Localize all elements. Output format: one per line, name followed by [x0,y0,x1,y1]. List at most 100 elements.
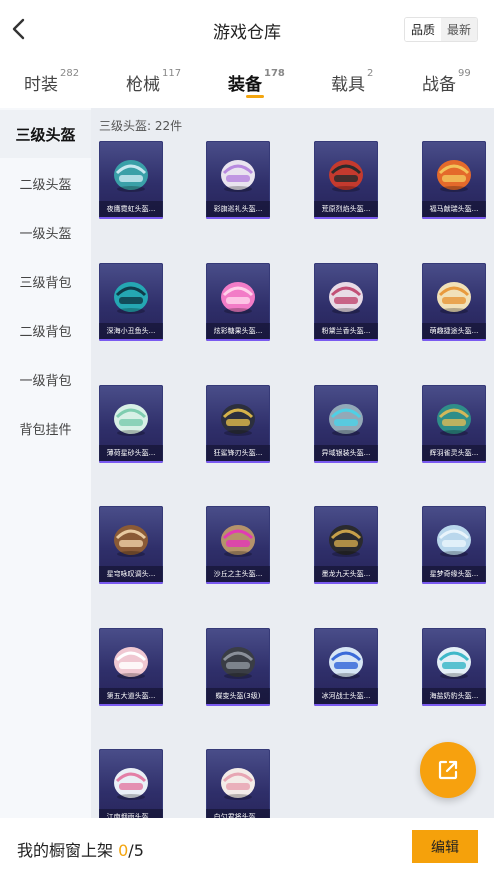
helmet-icon [221,525,255,557]
helmet-icon [437,647,471,679]
tab-count: 178 [264,68,285,79]
helmet-icon [329,160,363,192]
rarity-bar [314,704,378,706]
rarity-bar [314,461,378,463]
item-name: 萌趣捷途头盔... [422,323,486,339]
tab-count: 2 [367,68,374,79]
item-name: 白勺君将头盔... [206,809,270,818]
item-count-label: 三级头盔: 22件 [99,119,183,133]
item-grid-panel[interactable]: 三级头盔: 22件 夜鹰霓虹头盔... 彩旗巡礼头盔... 荒原烈焰头盔... 福马献… [91,108,494,818]
tab-label: 战备 [422,75,456,95]
tab-label: 枪械 [126,75,160,95]
sidebar-item-level1-backpack[interactable]: 一级背包 [0,355,91,403]
sidebar-item-level3-backpack[interactable]: 三级背包 [0,257,91,305]
sidebar-item-backpack-charm[interactable]: 背包挂件 [0,404,91,452]
item-name: 沙丘之主头盔... [206,566,270,582]
item-card[interactable]: 星梦奇缘头盔... [422,506,486,584]
tab-fashion[interactable]: 时装282 [24,68,80,95]
rarity-bar [206,582,270,584]
tab-label: 载具 [331,75,365,95]
active-tab-indicator [246,95,264,98]
sidebar-item-level2-backpack[interactable]: 二级背包 [0,306,91,354]
helmet-icon [114,647,148,679]
item-name: 狂鲨锋刃头盔... [206,445,270,461]
item-card[interactable]: 白勺君将头盔... [206,749,270,818]
item-card[interactable]: 异域银装头盔... [314,385,378,463]
helmet-icon [437,525,471,557]
rarity-bar [99,461,163,463]
item-name: 异域银装头盔... [314,445,378,461]
tab-count: 282 [60,68,80,79]
sort-newest-button[interactable]: 最新 [441,18,477,41]
item-card[interactable]: 狂鲨锋刃头盔... [206,385,270,463]
item-name: 荒原烈焰头盔... [314,201,378,217]
share-button[interactable] [420,742,476,798]
rarity-bar [206,704,270,706]
item-name: 冰河战士头盔... [314,688,378,704]
showcase-current: 0 [118,841,129,860]
helmet-icon [329,282,363,314]
item-card[interactable]: 星穹咏叹调头... [99,506,163,584]
rarity-bar [314,339,378,341]
rarity-bar [99,217,163,219]
item-card[interactable]: 江南烟雨头盔... [99,749,163,818]
item-card[interactable]: 第五大道头盔... [99,628,163,706]
item-name: 江南烟雨头盔... [99,809,163,818]
edit-button[interactable]: 编辑 [412,830,478,863]
helmet-icon [437,282,471,314]
item-name: 墨龙九天头盔... [314,566,378,582]
item-card[interactable]: 沙丘之主头盔... [206,506,270,584]
tab-vehicles[interactable]: 载具2 [331,68,374,95]
tab-label: 装备 [228,75,262,95]
item-card[interactable]: 深海小丑鱼头... [99,263,163,341]
item-card[interactable]: 墨龙九天头盔... [314,506,378,584]
external-link-icon [438,760,458,780]
helmet-icon [221,647,255,679]
sidebar: 三级头盔 二级头盔 一级头盔 三级背包 二级背包 一级背包 背包挂件 [0,108,91,818]
item-card[interactable]: 福马献瑞头盔... [422,141,486,219]
helmet-icon [221,160,255,192]
sidebar-item-level2-helmet[interactable]: 二级头盔 [0,159,91,207]
helmet-icon [437,160,471,192]
item-card[interactable]: 荒原烈焰头盔... [314,141,378,219]
helmet-icon [329,404,363,436]
helmet-icon [114,160,148,192]
helmet-icon [221,282,255,314]
helmet-icon [221,768,255,800]
tab-equipment[interactable]: 装备178 [228,68,285,95]
item-name: 夜鹰霓虹头盔... [99,201,163,217]
sidebar-item-level1-helmet[interactable]: 一级头盔 [0,208,91,256]
tab-count: 117 [162,68,182,79]
item-name: 星穹咏叹调头... [99,566,163,582]
item-card[interactable]: 夜鹰霓虹头盔... [99,141,163,219]
sort-toggle: 品质 最新 [404,17,478,42]
item-name: 第五大道头盔... [99,688,163,704]
item-card[interactable]: 薄荷星砂头盔... [99,385,163,463]
item-card[interactable]: 辉羽雀灵头盔... [422,385,486,463]
header: 游戏仓库 品质 最新 [0,0,494,58]
rarity-bar [206,339,270,341]
item-name: 蝶变头盔(3级) [206,688,270,704]
rarity-bar [422,461,486,463]
item-card[interactable]: 冰河战士头盔... [314,628,378,706]
rarity-bar [99,582,163,584]
sidebar-item-level3-helmet[interactable]: 三级头盔 [0,110,91,158]
item-card[interactable]: 蝶变头盔(3级) [206,628,270,706]
item-name: 福马献瑞头盔... [422,201,486,217]
rarity-bar [99,339,163,341]
item-card[interactable]: 海盐奶豹头盔... [422,628,486,706]
rarity-bar [206,461,270,463]
item-card[interactable]: 粉黛兰香头盔... [314,263,378,341]
rarity-bar [314,217,378,219]
rarity-bar [314,582,378,584]
item-card[interactable]: 炫彩糖果头盔... [206,263,270,341]
tab-guns[interactable]: 枪械117 [126,68,182,95]
helmet-icon [114,768,148,800]
helmet-icon [221,404,255,436]
item-card[interactable]: 彩旗巡礼头盔... [206,141,270,219]
item-name: 深海小丑鱼头... [99,323,163,339]
item-card[interactable]: 萌趣捷途头盔... [422,263,486,341]
sort-quality-button[interactable]: 品质 [405,18,441,41]
tab-supplies[interactable]: 战备99 [422,68,471,95]
showcase-total: /5 [128,841,144,860]
